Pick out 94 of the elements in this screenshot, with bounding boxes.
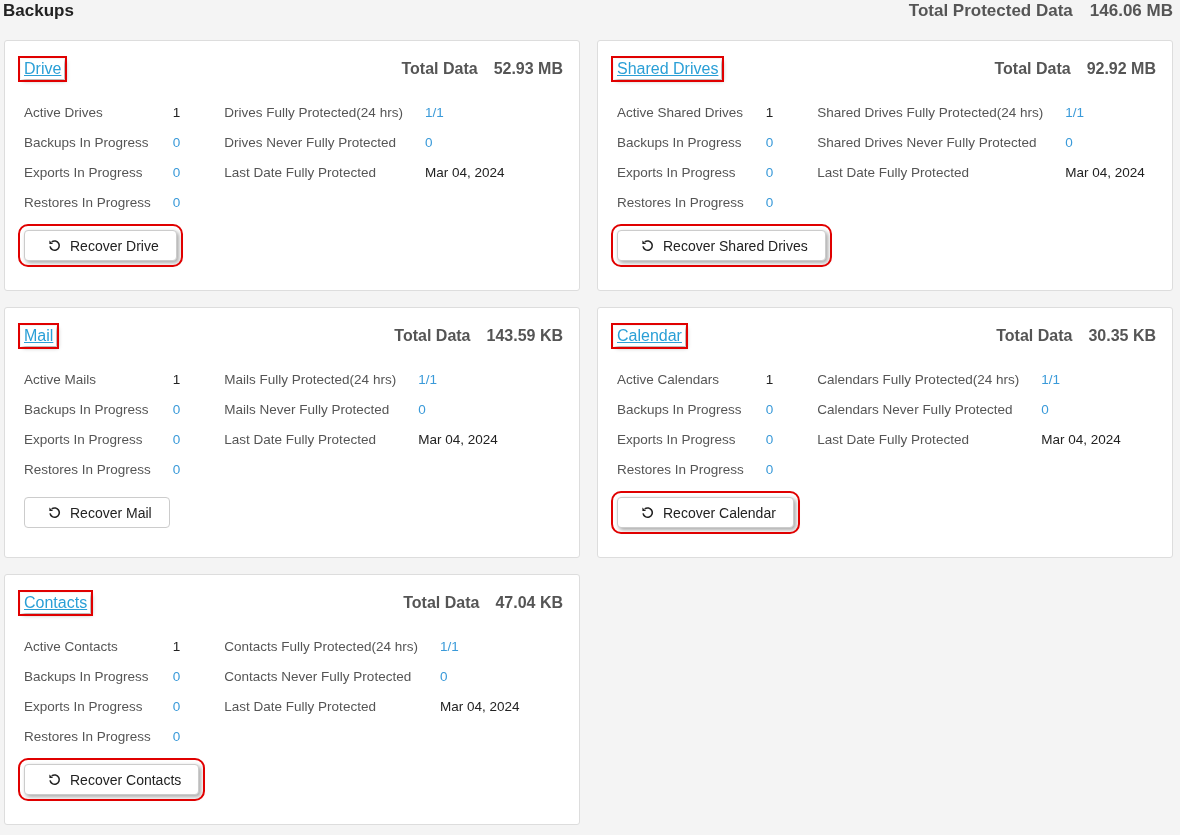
stat-label: Exports In Progress: [617, 164, 737, 182]
stat-value: 1: [172, 104, 181, 122]
stat-label: Active Contacts: [24, 638, 119, 656]
stat-value: Mar 04, 2024: [439, 698, 520, 716]
stat-label: Active Calendars: [617, 371, 721, 389]
total-value: 92.92 MB: [1086, 60, 1156, 78]
stat-label: Active Mails: [24, 371, 97, 389]
stat-value: 1: [765, 104, 774, 122]
stat-value-link[interactable]: 0: [172, 728, 181, 746]
undo-icon: [641, 239, 654, 252]
stat-value-link[interactable]: 0: [172, 668, 181, 686]
stat-value-link[interactable]: 0: [172, 698, 181, 716]
stat-label: Exports In Progress: [24, 431, 144, 449]
stat-value-link[interactable]: 1/1: [439, 638, 520, 656]
stat-label: Last Date Fully Protected: [817, 431, 970, 449]
stat-label: Backups In Progress: [24, 668, 150, 686]
stat-value-link[interactable]: 0: [765, 461, 774, 479]
stat-value-link[interactable]: 0: [765, 431, 774, 449]
stat-value-link[interactable]: 0: [1041, 401, 1121, 419]
stat-label: Restores In Progress: [617, 194, 744, 212]
stat-value-link[interactable]: 1/1: [418, 371, 498, 389]
card-title-link[interactable]: Calendar: [614, 326, 685, 346]
stat-label: Mails Fully Protected(24 hrs): [224, 371, 397, 389]
card-title-link[interactable]: Shared Drives: [614, 59, 722, 79]
stat-label: Backups In Progress: [24, 401, 150, 419]
stat-value-link[interactable]: 0: [765, 134, 774, 152]
stat-label: Restores In Progress: [617, 461, 744, 479]
stat-value-link[interactable]: 0: [424, 134, 505, 152]
total-value: 143.59 KB: [486, 327, 563, 345]
stat-label: Calendars Never Fully Protected: [817, 401, 1014, 419]
stat-label: Restores In Progress: [24, 728, 151, 746]
undo-icon: [48, 239, 61, 252]
stat-label: Last Date Fully Protected: [224, 698, 377, 716]
stat-value-link[interactable]: 0: [439, 668, 520, 686]
total-label: Total Data: [403, 594, 480, 612]
stat-value-link[interactable]: 0: [765, 194, 774, 212]
recover-button[interactable]: Recover Mail: [24, 497, 170, 528]
total-label: Total Data: [994, 60, 1071, 78]
stat-label: Exports In Progress: [24, 164, 144, 182]
stat-label: Drives Never Fully Protected: [224, 134, 398, 152]
stat-label: Exports In Progress: [617, 431, 737, 449]
stat-value-link[interactable]: 0: [1065, 134, 1145, 152]
stat-label: Backups In Progress: [24, 134, 150, 152]
stat-value: Mar 04, 2024: [424, 164, 505, 182]
stat-value-link[interactable]: 0: [418, 401, 498, 419]
page-title: Backups: [3, 1, 74, 21]
stat-label: Backups In Progress: [617, 401, 743, 419]
card-title-link[interactable]: Drive: [21, 59, 65, 79]
stat-value: 1: [765, 371, 774, 389]
total-value: 47.04 KB: [495, 594, 563, 612]
undo-icon: [48, 506, 61, 519]
undo-icon: [48, 773, 61, 786]
stat-value-link[interactable]: 0: [172, 194, 181, 212]
stat-value-link[interactable]: 0: [172, 134, 181, 152]
stat-value-link[interactable]: 0: [765, 164, 774, 182]
stat-label: Active Shared Drives: [617, 104, 744, 122]
stat-label: Backups In Progress: [617, 134, 743, 152]
stat-label: Last Date Fully Protected: [817, 164, 970, 182]
stat-label: Last Date Fully Protected: [224, 164, 377, 182]
stat-label: Calendars Fully Protected(24 hrs): [817, 371, 1020, 389]
total-label: Total Protected Data: [908, 1, 1073, 21]
stat-value: Mar 04, 2024: [1065, 164, 1145, 182]
stat-label: Last Date Fully Protected: [224, 431, 377, 449]
stat-value-link[interactable]: 0: [172, 461, 181, 479]
stat-label: Shared Drives Fully Protected(24 hrs): [817, 104, 1044, 122]
card-title-link[interactable]: Mail: [21, 326, 57, 346]
stat-value: 1: [172, 638, 181, 656]
total-label: Total Data: [394, 327, 471, 345]
stat-value-link[interactable]: 1/1: [1065, 104, 1145, 122]
card-title-link[interactable]: Contacts: [21, 593, 91, 613]
stat-value: Mar 04, 2024: [1041, 431, 1121, 449]
total-value: 146.06 MB: [1089, 1, 1173, 21]
stat-value-link[interactable]: 1/1: [424, 104, 505, 122]
stat-label: Exports In Progress: [24, 698, 144, 716]
stat-label: Restores In Progress: [24, 194, 151, 212]
stat-label: Contacts Fully Protected(24 hrs): [224, 638, 418, 656]
stat-value-link[interactable]: 0: [765, 401, 774, 419]
total-label: Total Data: [996, 327, 1073, 345]
stat-label: Contacts Never Fully Protected: [224, 668, 413, 686]
stat-label: Drives Fully Protected(24 hrs): [224, 104, 403, 122]
stat-label: Mails Never Fully Protected: [224, 401, 391, 419]
stat-label: Restores In Progress: [24, 461, 151, 479]
stat-value: 1: [172, 371, 181, 389]
undo-icon: [641, 506, 654, 519]
stat-value-link[interactable]: 1/1: [1041, 371, 1121, 389]
total-label: Total Data: [401, 60, 478, 78]
stat-label: Shared Drives Never Fully Protected: [817, 134, 1038, 152]
stat-value-link[interactable]: 0: [172, 164, 181, 182]
stat-value-link[interactable]: 0: [172, 401, 181, 419]
stat-label: Active Drives: [24, 104, 104, 122]
total-value: 30.35 KB: [1088, 327, 1156, 345]
stat-value: Mar 04, 2024: [418, 431, 498, 449]
stat-value-link[interactable]: 0: [172, 431, 181, 449]
total-value: 52.93 MB: [493, 60, 563, 78]
